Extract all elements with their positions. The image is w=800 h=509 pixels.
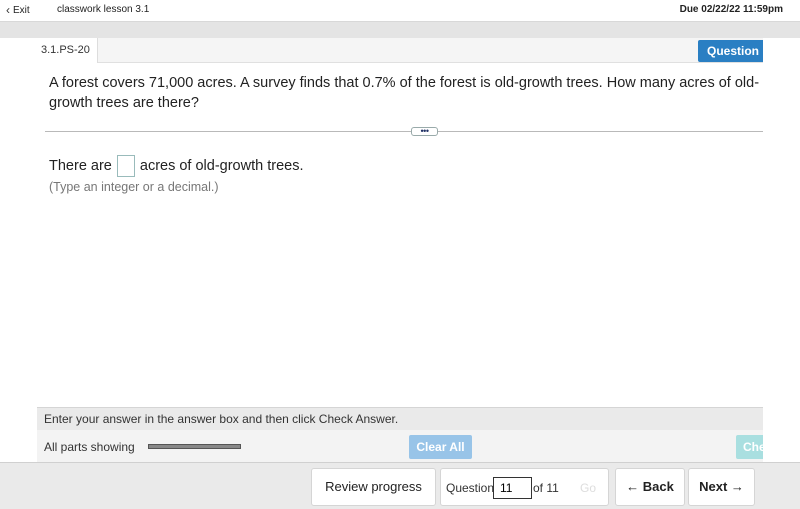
parts-label: All parts showing <box>44 440 135 454</box>
lesson-title: classwork lesson 3.1 <box>57 4 150 15</box>
header-strip <box>0 22 800 38</box>
question-number-input[interactable] <box>493 477 532 499</box>
question-id: 3.1.PS-20 <box>37 38 98 63</box>
next-button[interactable]: Next → <box>688 468 755 506</box>
parts-progress-fill <box>149 445 240 448</box>
answer-prefix: There are <box>49 158 112 174</box>
parts-bar: All parts showing Clear All Check Answer <box>37 430 763 462</box>
answer-row: There are acres of old-growth trees. <box>49 155 303 177</box>
question-navigator: Question of 11 Go <box>440 468 609 506</box>
more-options-button[interactable]: ••• <box>411 127 438 136</box>
question-text: A forest covers 71,000 acres. A survey f… <box>49 75 760 111</box>
divider <box>45 131 763 132</box>
chevron-left-icon: ‹ <box>6 3 10 17</box>
exit-button[interactable]: ‹ Exit <box>6 4 30 16</box>
review-progress-button[interactable]: Review progress <box>311 468 436 506</box>
go-button[interactable]: Go <box>580 481 596 495</box>
exit-label: Exit <box>13 4 30 16</box>
question-panel: A forest covers 71,000 acres. A survey f… <box>37 63 763 407</box>
parts-progress-bar <box>148 444 241 449</box>
question-header: 3.1.PS-20 Question Help <box>37 38 763 63</box>
question-total: of 11 <box>533 481 559 495</box>
question-label: Question <box>446 481 495 495</box>
due-date: Due 02/22/22 11:59pm <box>679 4 783 15</box>
back-button[interactable]: ← Back <box>615 468 685 506</box>
check-answer-button[interactable]: Check Answer <box>736 435 763 459</box>
answer-hint: (Type an integer or a decimal.) <box>49 180 219 194</box>
clear-all-button[interactable]: Clear All <box>409 435 472 459</box>
answer-input[interactable] <box>116 155 135 177</box>
instructions: Enter your answer in the answer box and … <box>37 407 763 430</box>
top-bar: ‹ Exit classwork lesson 3.1 Due 02/22/22… <box>0 0 800 22</box>
question-help-button[interactable]: Question Help <box>698 40 763 62</box>
footer-nav: Review progress Question of 11 Go ← Back… <box>0 462 800 509</box>
answer-suffix: acres of old-growth trees. <box>139 158 304 174</box>
